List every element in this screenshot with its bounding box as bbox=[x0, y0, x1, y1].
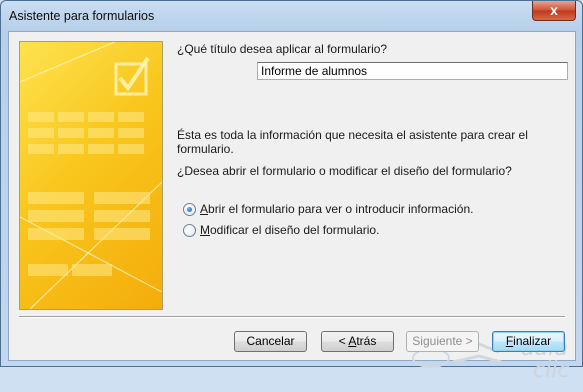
radio-button-selected[interactable] bbox=[183, 202, 196, 216]
close-icon: x bbox=[550, 2, 558, 18]
cancel-button[interactable]: Cancelar bbox=[234, 331, 307, 352]
info-text: Ésta es toda la información que necesita… bbox=[177, 128, 528, 156]
window-title: Asistente para formularios bbox=[9, 9, 155, 23]
wizard-illustration bbox=[19, 41, 163, 310]
radio-open-form[interactable]: Abrir el formulario para ver o introduci… bbox=[183, 201, 473, 217]
close-button[interactable]: x bbox=[532, 1, 576, 21]
form-checkbox-illustration-icon bbox=[20, 42, 162, 309]
radio-dot-icon bbox=[187, 206, 192, 212]
back-button[interactable]: < Atrás bbox=[321, 331, 394, 352]
radio-open-form-label: Abrir el formulario para ver o introduci… bbox=[200, 202, 474, 216]
open-question-label: ¿Desea abrir el formulario o modificar e… bbox=[177, 164, 512, 178]
watermark-text-clic: clic bbox=[533, 358, 570, 383]
radio-modify-design-label: Modificar el diseño del formulario. bbox=[200, 223, 380, 237]
title-bar[interactable]: Asistente para formularios x bbox=[1, 1, 582, 31]
form-title-input[interactable] bbox=[257, 62, 568, 80]
dialog-body: ¿Qué título desea aplicar al formulario?… bbox=[8, 31, 576, 383]
radio-modify-design[interactable]: Modificar el diseño del formulario. bbox=[183, 222, 379, 238]
radio-button-unselected[interactable] bbox=[183, 223, 196, 237]
title-question-label: ¿Qué título desea aplicar al formulario? bbox=[177, 42, 388, 56]
finish-button[interactable]: Finalizar bbox=[492, 331, 565, 352]
separator bbox=[19, 316, 565, 318]
next-button[interactable]: Siguiente > bbox=[406, 331, 479, 352]
dialog-window: Asistente para formularios x ¿Qué título… bbox=[0, 0, 583, 383]
